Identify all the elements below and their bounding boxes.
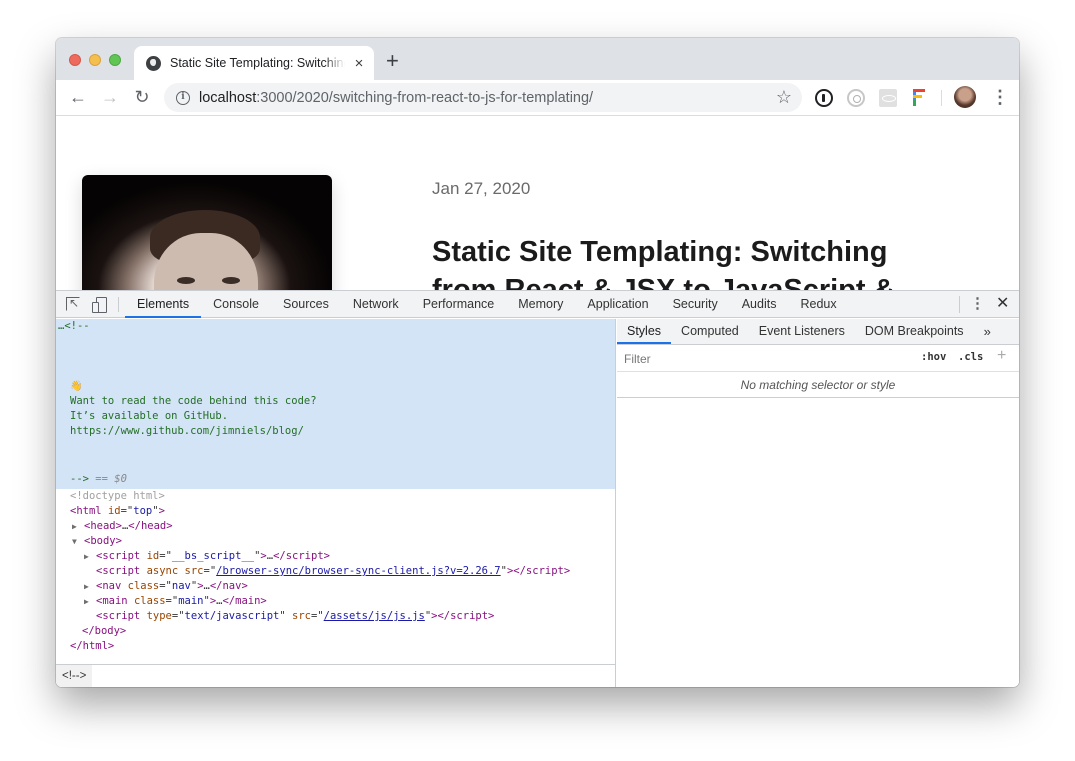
browser-tab[interactable]: Static Site Templating: Switching from R…	[134, 46, 374, 80]
tab-sources[interactable]: Sources	[271, 291, 341, 318]
tab-computed[interactable]: Computed	[671, 319, 749, 344]
url-text[interactable]: localhost:3000/2020/switching-from-react…	[199, 90, 593, 106]
body-node[interactable]: ▼ <body>	[56, 534, 615, 549]
expand-triangle-icon[interactable]: ▶	[84, 549, 96, 564]
url-host: localhost	[199, 89, 257, 106]
devtools-tabbar: ElementsConsoleSourcesNetworkPerformance…	[56, 291, 1019, 318]
tab-close-icon[interactable]: ×	[351, 55, 367, 72]
devtools-tabs: Elements Console Sources Network Performance…	[125, 291, 849, 318]
globe-icon	[146, 55, 161, 71]
window-close-button[interactable]	[69, 54, 81, 66]
tab-audits[interactable]: Audits	[730, 291, 789, 318]
tab-redux[interactable]: Redux	[788, 291, 848, 318]
sidebar-tabs: Styles Computed Event Listeners DOM Brea…	[617, 319, 1019, 345]
comment-line: Want to read the code behind this code?	[70, 395, 317, 407]
html-node[interactable]: <html id="top">	[56, 504, 615, 519]
wave-emoji: 👋	[70, 381, 83, 392]
devtools-panel: ElementsConsoleSourcesNetworkPerformance…	[56, 290, 1019, 687]
elements-pane: …<!-- 👋 Want to read the code behind thi…	[56, 319, 616, 687]
site-info-icon[interactable]: i	[176, 90, 190, 105]
tab-performance[interactable]: Performance	[411, 291, 507, 318]
tab-dom-breakpoints[interactable]: DOM Breakpoints	[855, 319, 974, 344]
extension-icon[interactable]	[847, 89, 865, 107]
doctype-line[interactable]: <!doctype html>	[56, 489, 615, 504]
bookmark-star-icon[interactable]: ☆	[776, 87, 792, 108]
post-date: Jan 27, 2020	[432, 179, 531, 198]
comment-close: -->	[70, 473, 89, 485]
tab-event-listeners[interactable]: Event Listeners	[749, 319, 855, 344]
dom-line[interactable]: …<!--	[56, 319, 615, 334]
expand-triangle-icon[interactable]: ▶	[84, 594, 96, 609]
comment-line: https://www.github.com/jimniels/blog/	[70, 425, 304, 437]
url-path: :3000/2020/switching-from-react-to-js-fo…	[256, 89, 594, 106]
window-maximize-button[interactable]	[109, 54, 121, 66]
script-node[interactable]: <script type="text/javascript" src="/ass…	[56, 609, 615, 624]
toolbar-divider	[941, 90, 942, 106]
main-node[interactable]: ▶ <main class="main">…</main>	[56, 594, 615, 609]
react-devtools-icon[interactable]	[879, 89, 897, 107]
tab-security[interactable]: Security	[661, 291, 730, 318]
selected-marker: == $0	[95, 473, 127, 485]
address-bar[interactable]: i localhost:3000/2020/switching-from-rea…	[164, 83, 802, 112]
no-styles-message: No matching selector or style	[617, 372, 1019, 398]
more-tabs-icon[interactable]: »	[974, 319, 1001, 344]
tab-elements[interactable]: Elements	[125, 291, 202, 318]
styles-filter-input[interactable]	[619, 347, 912, 370]
expand-triangle-icon[interactable]: ▶	[84, 579, 96, 594]
body-close[interactable]: </body>	[56, 624, 615, 639]
tab-application[interactable]: Application	[575, 291, 660, 318]
page-viewport: Jan 27, 2020 Static Site Templating: Swi…	[56, 117, 1019, 290]
new-style-rule-icon[interactable]: +	[997, 347, 1006, 365]
dom-breadcrumb: <!-->	[56, 664, 615, 687]
script-node[interactable]: <script async src="/browser-sync/browser…	[56, 564, 615, 579]
styles-sidebar: Styles Computed Event Listeners DOM Brea…	[617, 319, 1019, 687]
dom-line: --> == $0	[56, 472, 127, 487]
script-src-link[interactable]: /assets/js/js.js	[324, 610, 425, 622]
head-node[interactable]: ▶ <head>…</head>	[56, 519, 615, 534]
new-tab-button[interactable]: +	[386, 50, 399, 72]
devtools-close-icon[interactable]: ✕	[996, 293, 1009, 315]
author-photo	[82, 175, 332, 290]
reload-button[interactable]: ↻	[131, 86, 153, 108]
nav-node[interactable]: ▶ <nav class="nav">…</nav>	[56, 579, 615, 594]
comment-open: …<!--	[58, 320, 90, 332]
collapse-triangle-icon[interactable]: ▼	[72, 534, 84, 549]
browser-toolbar: ← → ↻ i localhost:3000/2020/switching-fr…	[56, 80, 1019, 116]
breadcrumb-item[interactable]: <!-->	[56, 665, 93, 687]
tab-network[interactable]: Network	[341, 291, 411, 318]
script-src-link[interactable]: /browser-sync/browser-sync-client.js?v=2…	[216, 565, 500, 577]
devtools-divider	[959, 296, 960, 313]
back-button[interactable]: ←	[67, 86, 89, 108]
expand-triangle-icon[interactable]: ▶	[72, 519, 84, 534]
figma-f-icon[interactable]	[913, 89, 925, 107]
html-close[interactable]: </html>	[56, 639, 615, 654]
devtools-menu-icon[interactable]: ⋮	[970, 293, 985, 315]
script-node[interactable]: ▶ <script id="__bs_script__">…</script>	[56, 549, 615, 564]
tab-memory[interactable]: Memory	[506, 291, 575, 318]
dom-tree: …<!-- 👋 Want to read the code behind thi…	[56, 319, 615, 662]
forward-button[interactable]: →	[99, 86, 121, 108]
cls-toggle[interactable]: .cls	[958, 351, 983, 363]
selected-node[interactable]: …<!-- 👋 Want to read the code behind thi…	[56, 319, 615, 489]
window-minimize-button[interactable]	[89, 54, 101, 66]
tab-strip: Static Site Templating: Switching from R…	[56, 38, 1019, 80]
1password-icon[interactable]	[815, 89, 833, 107]
post-title: Static Site Templating: Switching from R…	[432, 236, 895, 290]
tab-title: Static Site Templating: Switching from R…	[170, 56, 345, 70]
styles-filter-row: :hov .cls +	[617, 345, 1019, 372]
browser-window: Static Site Templating: Switching from R…	[56, 38, 1019, 687]
tab-styles[interactable]: Styles	[617, 319, 672, 344]
tab-console[interactable]: Console	[201, 291, 271, 318]
comment-line: It’s available on GitHub.	[70, 410, 229, 422]
hov-toggle[interactable]: :hov	[921, 351, 946, 363]
devtools-divider	[118, 297, 119, 312]
device-toolbar-icon[interactable]	[92, 297, 107, 313]
inspect-element-icon[interactable]	[66, 296, 80, 311]
browser-menu-icon[interactable]: ⋮	[991, 86, 1009, 108]
profile-avatar[interactable]	[954, 86, 976, 108]
